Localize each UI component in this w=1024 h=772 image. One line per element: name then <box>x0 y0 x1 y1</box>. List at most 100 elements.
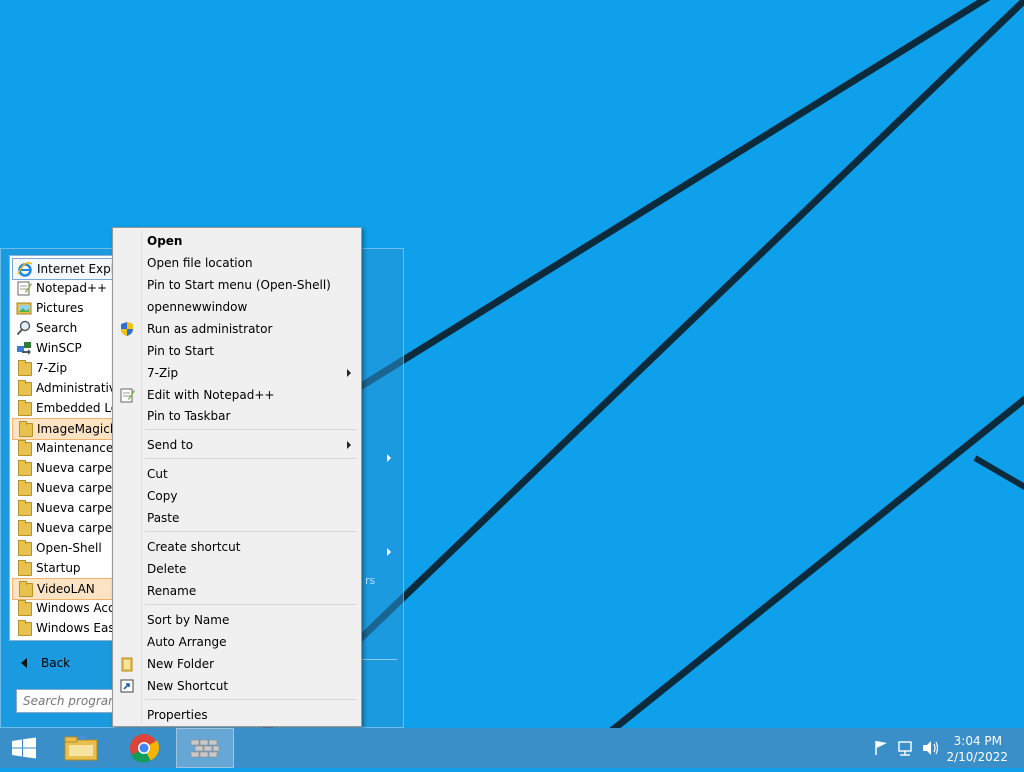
program-item-label: ImageMagick <box>37 422 117 436</box>
context-menu-item-sort-by-name[interactable]: Sort by Name <box>115 609 359 631</box>
speaker-volume-icon[interactable] <box>923 741 939 755</box>
folder-icon <box>119 656 135 672</box>
folder-icon <box>16 380 32 396</box>
action-center-flag-icon[interactable] <box>875 741 887 755</box>
folder-icon <box>16 360 32 376</box>
context-menu-item-properties[interactable]: Properties <box>115 704 359 726</box>
context-menu-item-open-file-location[interactable]: Open file location <box>115 252 359 274</box>
context-menu-item-label: Properties <box>147 708 208 722</box>
search-icon <box>16 320 32 336</box>
program-item-label: Nueva carpeta <box>36 481 125 495</box>
back-label: Back <box>41 656 71 670</box>
context-menu-separator <box>145 429 357 430</box>
context-menu-item-pin-to-start[interactable]: Pin to Start <box>115 340 359 362</box>
context-menu-item-label: Rename <box>147 584 197 598</box>
context-menu-item-label: Pin to Taskbar <box>147 409 231 423</box>
taskbar-file-explorer-button[interactable] <box>52 728 110 768</box>
program-item-label: Nueva carpeta <box>36 461 125 475</box>
context-menu-item-copy[interactable]: Copy <box>115 485 359 507</box>
context-menu-item-open[interactable]: Open <box>115 230 359 252</box>
program-item-label: WinSCP <box>36 341 82 355</box>
submenu-arrow-icon <box>387 548 391 556</box>
context-menu-item-7-zip[interactable]: 7-Zip <box>115 362 359 384</box>
context-menu-item-pin-to-start-menu-open-shell[interactable]: Pin to Start menu (Open-Shell) <box>115 274 359 296</box>
notepad-plus-plus-icon <box>16 280 32 296</box>
context-menu-item-label: 7-Zip <box>147 366 179 380</box>
program-item-label: Windows Acc <box>36 601 115 615</box>
context-menu-item-label: New Shortcut <box>147 679 229 693</box>
right-pane-fragment: rs <box>365 574 376 587</box>
context-menu-item-label: Edit with Notepad++ <box>147 388 275 402</box>
program-item-label: Pictures <box>36 301 84 315</box>
program-item-label: Administrative <box>36 381 124 395</box>
program-item-label: Nueva carpeta <box>36 521 125 535</box>
context-menu-item-send-to[interactable]: Send to <box>115 434 359 456</box>
submenu-arrow-icon <box>347 441 351 449</box>
folder-icon <box>17 581 33 597</box>
context-menu-item-cut[interactable]: Cut <box>115 463 359 485</box>
context-menu-item-opennewwindow[interactable]: opennewwindow <box>115 296 359 318</box>
context-menu-item-create-shortcut[interactable]: Create shortcut <box>115 536 359 558</box>
context-menu-separator <box>145 699 357 700</box>
context-menu-item-new-folder[interactable]: New Folder <box>115 653 359 675</box>
context-menu-item-label: Paste <box>147 511 180 525</box>
submenu-arrow-icon <box>347 369 351 377</box>
submenu-arrow-icon <box>387 454 391 462</box>
back-arrow-icon <box>21 658 27 668</box>
context-menu-item-label: Pin to Start menu (Open-Shell) <box>147 278 331 292</box>
clock-time[interactable]: 3:04 PM <box>954 734 1002 748</box>
context-menu: Open Open file location Pin to Start menu … <box>112 227 362 727</box>
folder-icon <box>16 400 32 416</box>
program-item-label: Embedded Lo <box>36 401 119 415</box>
folder-icon <box>16 460 32 476</box>
internet-explorer-icon <box>17 261 33 277</box>
winscp-icon <box>16 340 32 356</box>
clock-date[interactable]: 2/10/2022 <box>946 750 1008 764</box>
program-item-label: Startup <box>36 561 81 575</box>
start-button[interactable] <box>0 728 48 768</box>
folder-icon <box>16 540 32 556</box>
taskbar: 3:04 PM 2/10/2022 <box>0 728 1024 768</box>
folder-icon <box>16 440 32 456</box>
programs-list: Internet Explorer Notepad++ Pictures Search… <box>9 255 154 641</box>
context-menu-item-label: Open <box>147 234 183 248</box>
network-icon[interactable] <box>898 741 912 756</box>
context-menu-item-new-shortcut[interactable]: New Shortcut <box>115 675 359 697</box>
shield-icon <box>119 321 135 337</box>
program-item-label: Search <box>36 321 78 335</box>
context-menu-item-label: Sort by Name <box>147 613 230 627</box>
context-menu-item-label: Cut <box>147 467 168 481</box>
context-menu-item-label: Create shortcut <box>147 540 241 554</box>
taskbar-open-shell-button[interactable] <box>176 728 234 768</box>
context-menu-item-label: New Folder <box>147 657 215 671</box>
program-item-label: Windows Ease <box>36 621 122 635</box>
context-menu-item-label: Copy <box>147 489 178 503</box>
context-menu-item-run-as-administrator[interactable]: Run as administrator <box>115 318 359 340</box>
search-programs-input[interactable]: Search programs and files <box>16 689 114 713</box>
back-button[interactable]: Back <box>9 649 119 677</box>
program-item-label: Maintenance <box>36 441 114 455</box>
context-menu-separator <box>145 458 357 459</box>
context-menu-item-rename[interactable]: Rename <box>115 580 359 602</box>
folder-icon <box>16 520 32 536</box>
open-shell-icon <box>190 739 220 758</box>
file-explorer-icon <box>64 736 98 761</box>
taskbar-chrome-button[interactable] <box>115 728 173 768</box>
context-menu-item-delete[interactable]: Delete <box>115 558 359 580</box>
folder-icon <box>16 560 32 576</box>
folder-icon <box>17 421 33 437</box>
context-menu-item-auto-arrange[interactable]: Auto Arrange <box>115 631 359 653</box>
context-menu-item-paste[interactable]: Paste <box>115 507 359 529</box>
context-menu-item-label: opennewwindow <box>147 300 248 314</box>
context-menu-item-edit-with-notepad[interactable]: Edit with Notepad++ <box>115 384 359 406</box>
program-item-label: Open-Shell <box>36 541 102 555</box>
chrome-icon <box>130 734 160 763</box>
program-item-label: VideoLAN <box>37 582 95 596</box>
program-item-label: Nueva carpeta <box>36 501 125 515</box>
context-menu-item-label: Delete <box>147 562 187 576</box>
context-menu-item-pin-to-taskbar[interactable]: Pin to Taskbar <box>115 405 359 427</box>
shortcut-icon <box>119 678 135 694</box>
context-menu-item-label: Pin to Start <box>147 344 214 358</box>
context-menu-separator <box>145 604 357 605</box>
context-menu-item-label: Open file location <box>147 256 253 270</box>
